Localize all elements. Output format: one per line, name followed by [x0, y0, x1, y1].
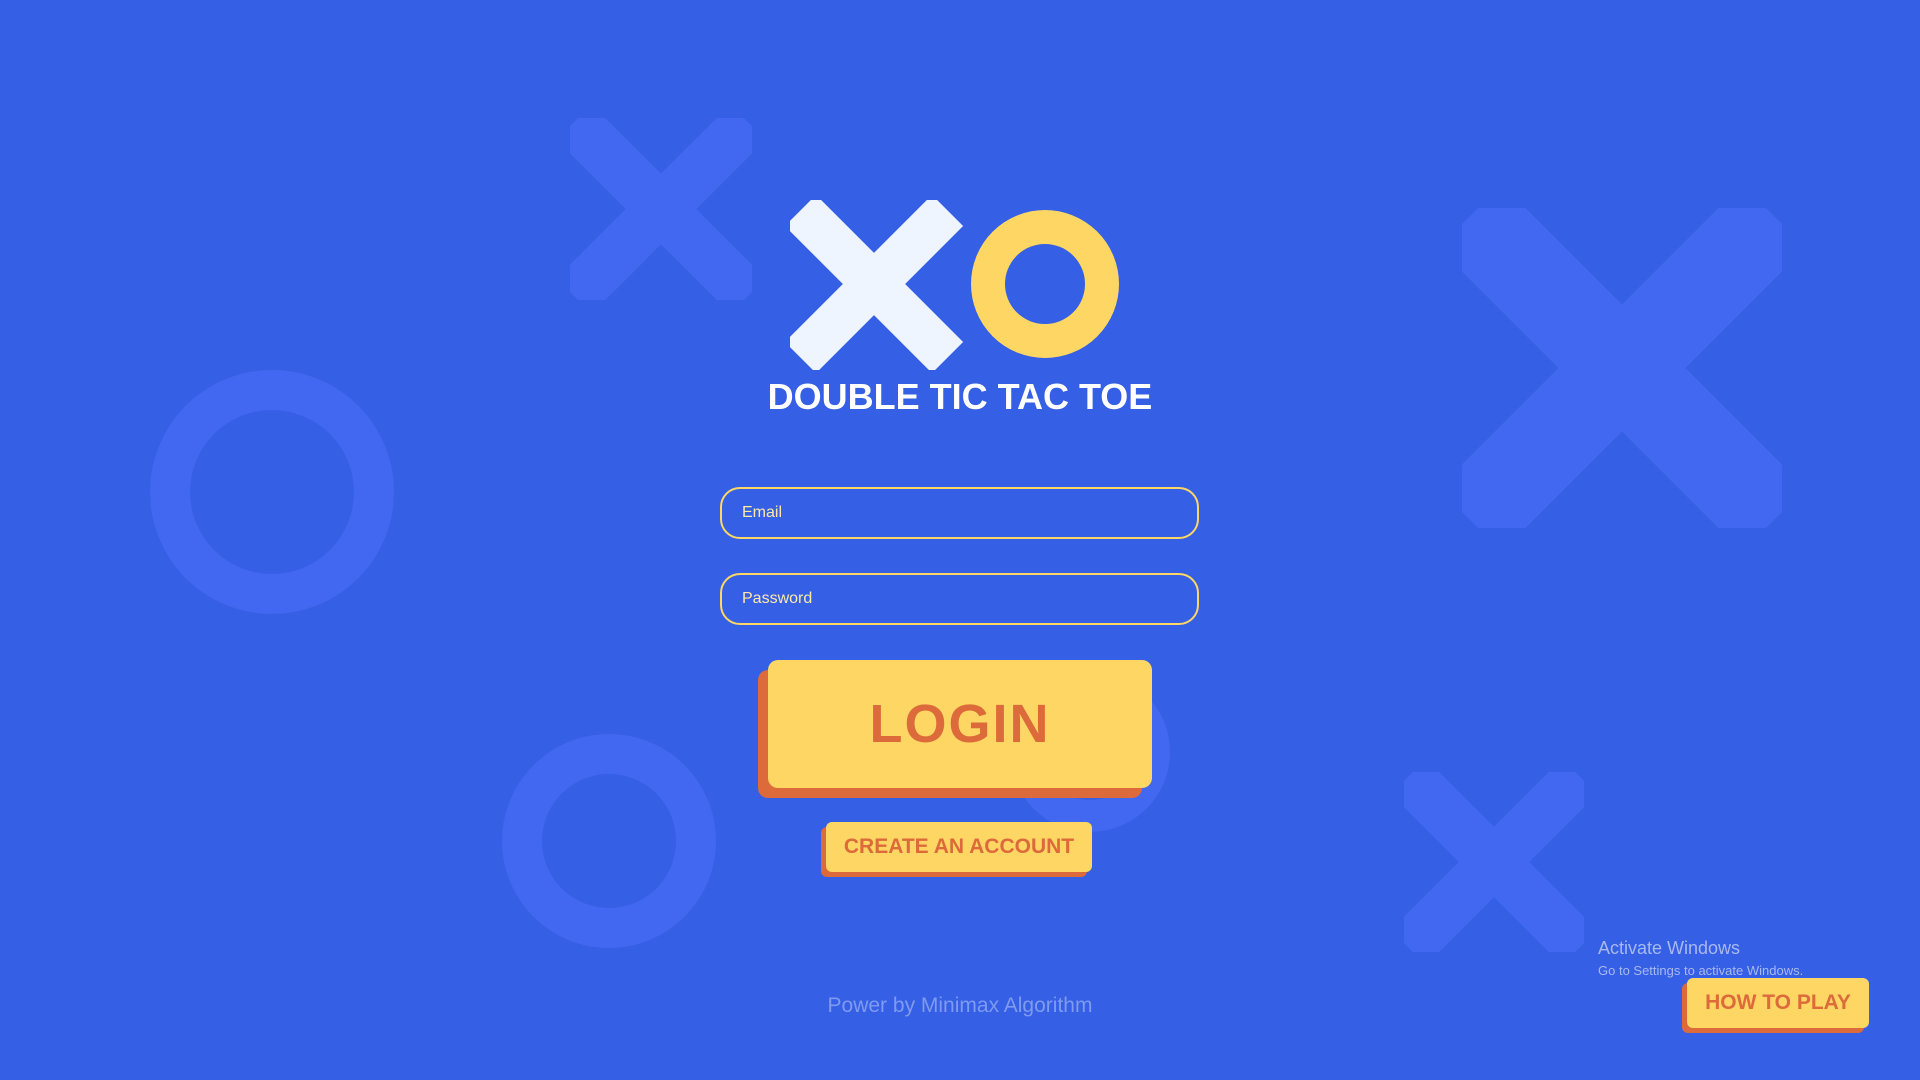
app-title: DOUBLE TIC TAC TOE	[767, 376, 1153, 417]
bg-x-icon	[1462, 208, 1782, 528]
bg-o-icon	[502, 734, 716, 948]
footer-credit: Power by Minimax Algorithm	[827, 994, 1093, 1017]
watermark-title: Activate Windows	[1598, 938, 1741, 958]
activate-windows-watermark: Activate Windows Go to Settings to activ…	[1598, 938, 1803, 978]
create-account-button[interactable]: CREATE AN ACCOUNT	[826, 822, 1092, 872]
login-screen: DOUBLE TIC TAC TOE LOGIN CREATE AN ACCOU…	[0, 0, 1920, 1080]
email-field[interactable]	[720, 487, 1199, 539]
bg-o-icon	[150, 370, 394, 614]
how-to-play-button[interactable]: HOW TO PLAY	[1687, 978, 1869, 1028]
login-button[interactable]: LOGIN	[768, 660, 1152, 788]
bg-x-icon	[570, 118, 752, 300]
password-field[interactable]	[720, 573, 1199, 625]
watermark-subtitle: Go to Settings to activate Windows.	[1598, 963, 1804, 978]
logo-o-icon	[971, 210, 1119, 358]
game-logo	[790, 200, 1130, 370]
bg-x-icon	[1404, 772, 1584, 952]
